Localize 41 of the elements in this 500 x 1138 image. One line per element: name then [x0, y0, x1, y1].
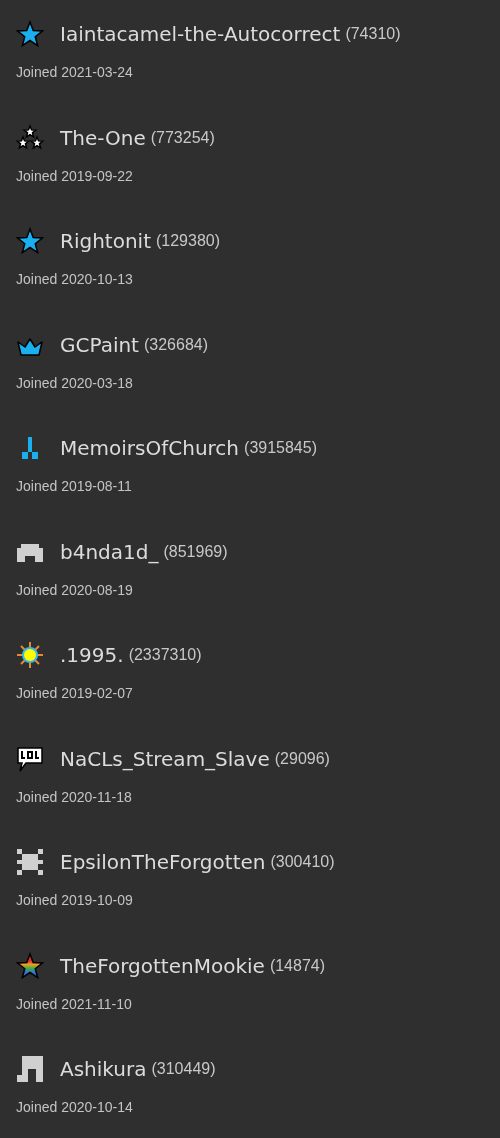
points: (14874) — [269, 956, 326, 975]
username[interactable]: The-One — [60, 125, 146, 150]
join-date: Joined 2019-09-22 — [16, 167, 133, 184]
points: (129380) — [156, 232, 221, 250]
star-icon — [16, 227, 44, 255]
join-date: Joined 2019-10-09 — [16, 892, 133, 908]
points: (310449) — [151, 1060, 216, 1078]
speech-bubble-icon — [16, 744, 44, 773]
join-date: Joined 2020-10-13 — [16, 271, 133, 287]
points: (74310) — [345, 25, 401, 43]
join-date: Joined 2020-03-18 — [16, 374, 133, 391]
star-icon — [16, 20, 44, 48]
username[interactable]: NaCLs_Stream_Slave — [60, 746, 270, 771]
three-stars-icon — [16, 123, 44, 152]
join-date: Joined 2019-02-07 — [16, 685, 133, 701]
points: (3915845) — [244, 439, 317, 457]
pixel-icon — [16, 1055, 44, 1083]
username[interactable]: MemoirsOfChurch — [60, 436, 240, 460]
username[interactable]: TheForgottenMookie — [60, 953, 265, 978]
join-date: Joined 2021-11-10 — [16, 995, 132, 1012]
username[interactable]: GCPaint — [60, 332, 139, 357]
username[interactable]: b4nda1d_ — [60, 539, 159, 564]
username[interactable]: Rightonit — [60, 229, 151, 253]
points: (773254) — [150, 128, 215, 147]
username[interactable]: EpsilonTheForgotten — [60, 850, 266, 874]
rainbow-star-icon — [16, 951, 44, 980]
join-date: Joined 2020-11-18 — [16, 788, 132, 805]
sun-icon — [16, 641, 44, 669]
points: (2337310) — [128, 646, 202, 664]
join-date: Joined 2019-08-11 — [16, 478, 132, 494]
username[interactable]: .1995. — [60, 643, 124, 667]
username[interactable]: Iaintacamel-the-Autocorrect — [60, 22, 341, 46]
join-date: Joined 2020-10-14 — [16, 1099, 133, 1115]
points: (300410) — [270, 853, 335, 871]
pixel-icon — [16, 848, 44, 876]
username[interactable]: Ashikura — [60, 1057, 147, 1081]
points: (29096) — [274, 749, 330, 768]
points: (326684) — [143, 335, 208, 354]
points: (851969) — [163, 542, 228, 561]
join-date: Joined 2020-08-19 — [16, 581, 133, 598]
join-date: Joined 2021-03-24 — [16, 64, 133, 80]
